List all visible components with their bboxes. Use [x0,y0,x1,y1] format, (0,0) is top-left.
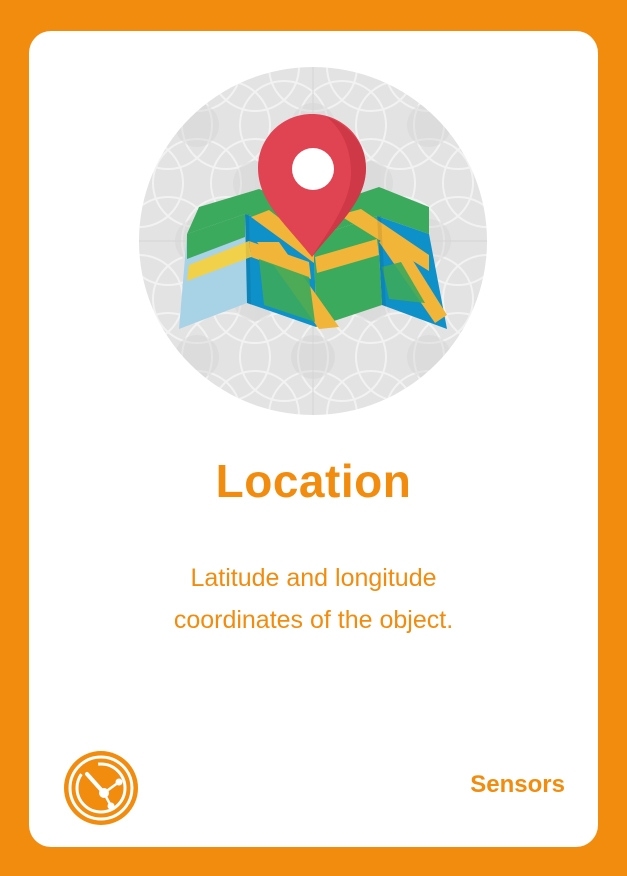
description-line-1: Latitude and longitude [190,564,437,592]
map-illustration [139,67,487,415]
map-with-location-pin-icon [139,67,487,415]
category-label: Sensors [470,771,565,798]
card-title: Location [215,455,412,507]
card-description: Latitude and longitude coordinates of th… [89,557,538,641]
feature-card: Location Latitude and longitude coordina… [29,31,598,847]
description-line-2: coordinates of the object. [173,606,454,634]
sensor-gauge-icon [61,748,141,828]
